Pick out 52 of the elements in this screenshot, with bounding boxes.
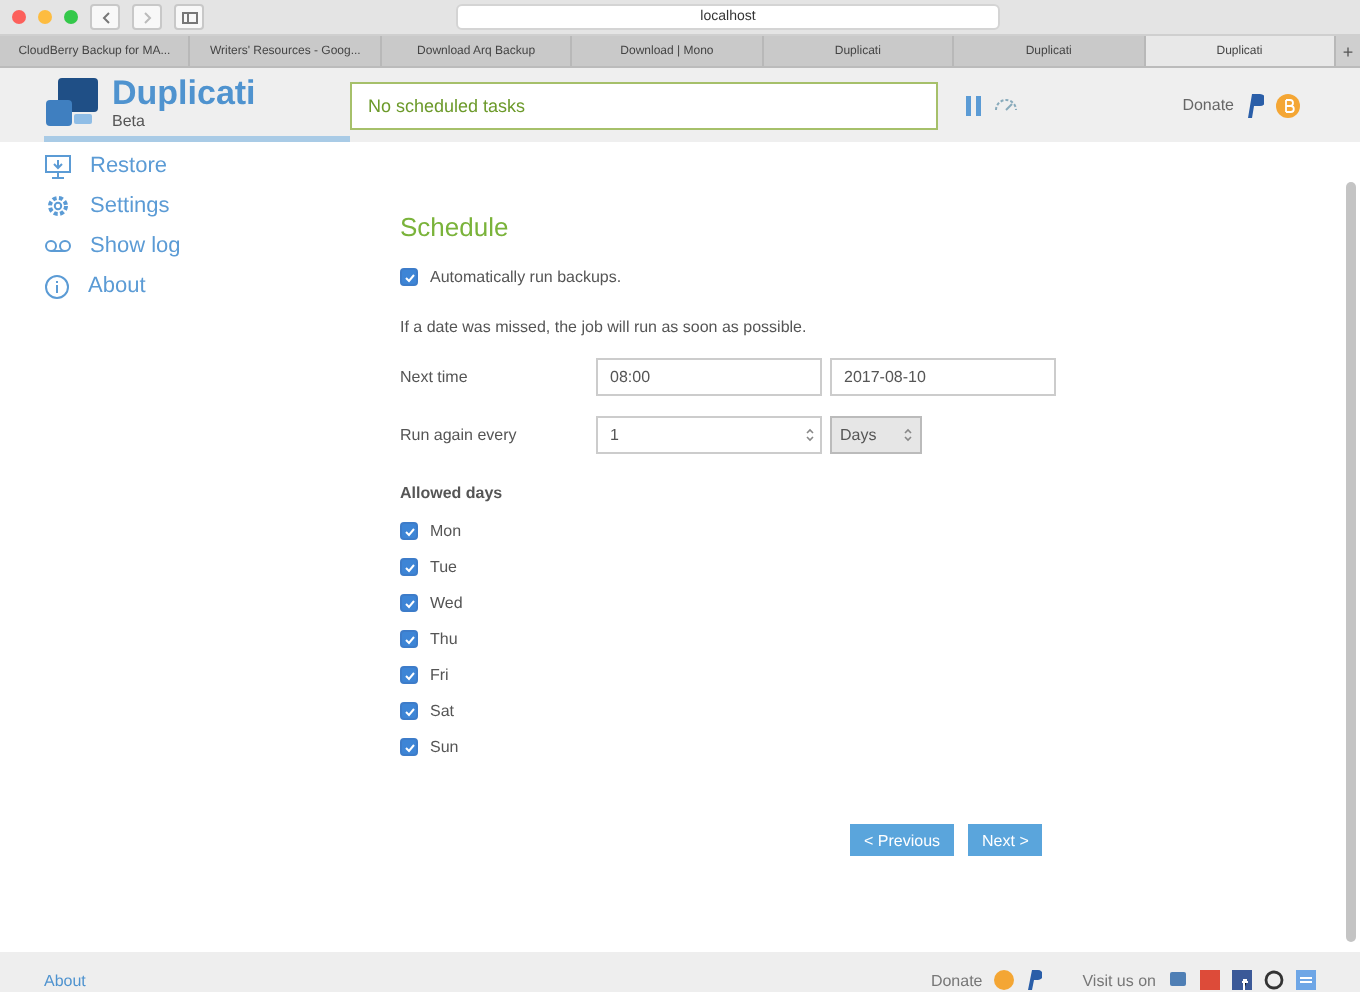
chevron-right-icon xyxy=(143,11,151,23)
document-icon[interactable] xyxy=(1296,970,1316,990)
pause-icon[interactable] xyxy=(966,95,982,115)
chevron-left-icon xyxy=(101,11,109,23)
day-label: Thu xyxy=(430,630,458,648)
field-label: Run again every xyxy=(400,425,519,443)
facebook-icon[interactable] xyxy=(1232,970,1252,990)
day-label: Fri xyxy=(430,666,449,684)
field-label: Next time xyxy=(400,367,470,385)
day-label: Sun xyxy=(430,738,459,756)
paypal-icon[interactable] xyxy=(1246,93,1264,117)
checkbox[interactable] xyxy=(400,666,418,684)
checkbox[interactable] xyxy=(400,558,418,576)
unit-select[interactable]: Days xyxy=(830,415,922,453)
logo-icon xyxy=(44,74,104,130)
day-label: Mon xyxy=(430,522,462,540)
section-title: Schedule xyxy=(400,212,511,242)
back-button[interactable] xyxy=(90,4,120,30)
checkbox[interactable] xyxy=(400,268,418,286)
new-tab-button[interactable]: + xyxy=(1335,36,1360,66)
visit-us-label: Visit us on xyxy=(1082,971,1156,989)
stepper-icon xyxy=(904,427,912,441)
info-icon xyxy=(44,273,70,299)
paypal-icon[interactable] xyxy=(1026,970,1043,990)
checkbox[interactable] xyxy=(400,594,418,612)
donate-label: Donate xyxy=(1182,96,1234,114)
donate-label: Donate xyxy=(930,971,983,989)
sidebar-button[interactable] xyxy=(174,4,204,30)
scrollbar[interactable] xyxy=(1346,182,1356,942)
voicemail-icon xyxy=(44,238,72,254)
settings-icon xyxy=(44,192,72,220)
edition-label: Beta xyxy=(112,111,147,129)
date-field[interactable]: 2017-08-10 xyxy=(830,357,1056,395)
checkbox[interactable] xyxy=(400,702,418,720)
day-label: Sat xyxy=(430,702,455,720)
missed-date-note: If a date was missed, the job will run as soon as possible. xyxy=(400,318,809,336)
speedometer-icon[interactable] xyxy=(994,98,1018,112)
status-box: No scheduled tasks xyxy=(350,81,938,129)
checkbox-label: Automatically run backups. xyxy=(430,268,622,286)
day-label: Wed xyxy=(430,594,463,612)
checkbox[interactable] xyxy=(400,738,418,756)
sidebar-icon xyxy=(181,11,197,23)
allowed-days-label: Allowed days xyxy=(400,484,505,502)
number-field[interactable]: 1 xyxy=(596,415,822,453)
time-field[interactable]: 08:00 xyxy=(596,357,822,395)
app-name: Duplicati xyxy=(112,75,256,111)
day-label: Tue xyxy=(430,558,457,576)
stepper-icon[interactable] xyxy=(806,427,814,441)
checkbox[interactable] xyxy=(400,522,418,540)
close-icon[interactable] xyxy=(12,10,26,24)
monitor-icon xyxy=(44,153,72,179)
checkbox[interactable] xyxy=(400,630,418,648)
